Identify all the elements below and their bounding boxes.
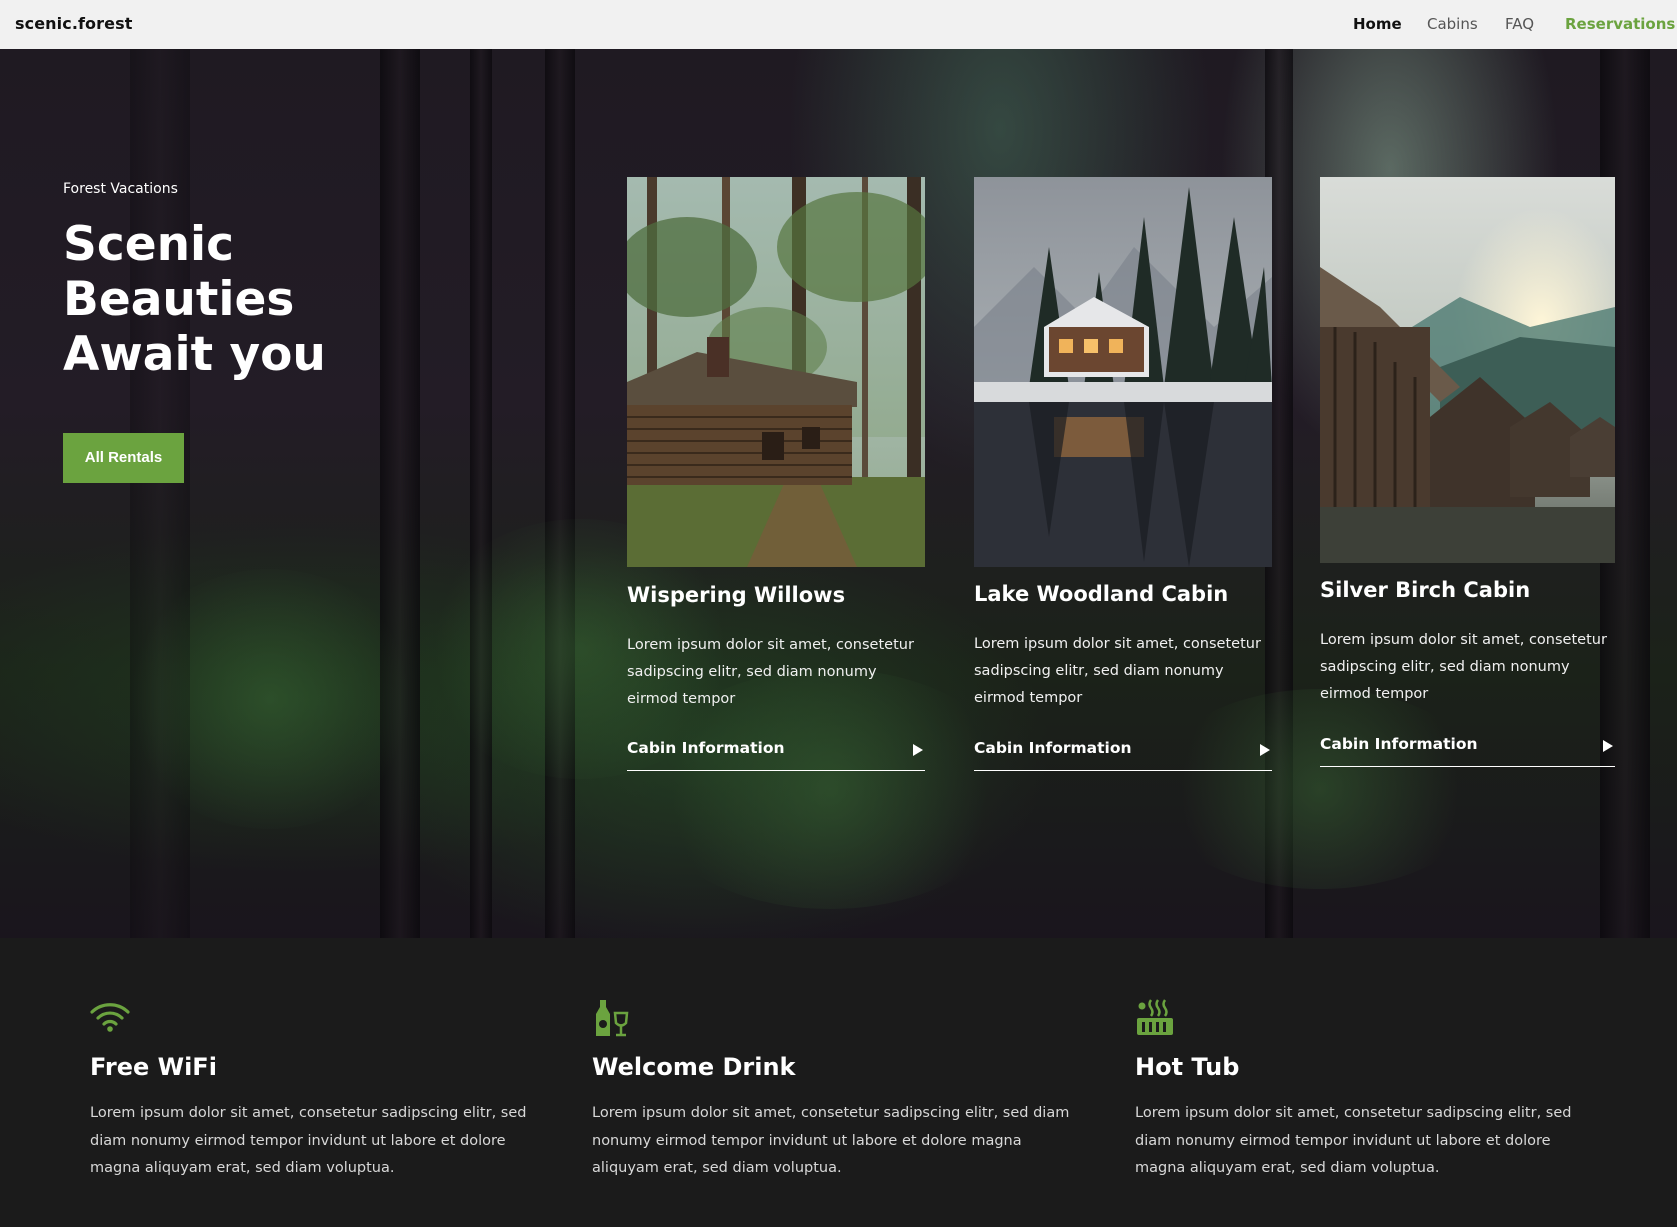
hero-title: Scenic Beauties Await you: [63, 217, 326, 382]
cabin-card-title: Lake Woodland Cabin: [974, 582, 1229, 606]
cabin-info-link-label: Cabin Information: [1320, 735, 1478, 753]
cabin-card-text: Lorem ipsum dolor sit amet, consetetur s…: [974, 636, 1261, 706]
feature-title: Hot Tub: [1135, 1053, 1240, 1081]
cabin-card-text: Lorem ipsum dolor sit amet, consetetur s…: [1320, 632, 1607, 702]
foliage-decoration: [1150, 689, 1490, 889]
feature-title: Welcome Drink: [592, 1053, 796, 1081]
tree-trunk-decoration: [545, 49, 575, 938]
wifi-icon: [90, 998, 130, 1038]
hero-section: Forest Vacations Scenic Beauties Await y…: [0, 49, 1677, 938]
cabin-photo-wispering-willows[interactable]: [627, 177, 925, 567]
feature-text: Lorem ipsum dolor sit amet, consetetur s…: [90, 1105, 527, 1176]
cabin-photo-lake-woodland[interactable]: [974, 177, 1272, 567]
top-navbar: scenic.forest Home Cabins FAQ Reservatio…: [0, 0, 1677, 49]
hero-eyebrow: Forest Vacations: [63, 181, 178, 197]
tree-trunk-decoration: [470, 49, 492, 938]
cabin-info-link-label: Cabin Information: [974, 739, 1132, 757]
play-arrow-icon: [1260, 744, 1270, 756]
cabin-info-link[interactable]: Cabin Information: [627, 739, 925, 771]
feature-title: Free WiFi: [90, 1053, 217, 1081]
play-arrow-icon: [1603, 740, 1613, 752]
cabin-info-link[interactable]: Cabin Information: [974, 739, 1272, 771]
cabin-photo-silver-birch[interactable]: [1320, 177, 1615, 563]
nav-link-cabins[interactable]: Cabins: [1427, 15, 1478, 33]
play-arrow-icon: [913, 744, 923, 756]
foliage-decoration: [120, 569, 420, 829]
hot-tub-icon: [1135, 998, 1175, 1038]
cabin-card-title: Silver Birch Cabin: [1320, 578, 1531, 602]
feature-text: Lorem ipsum dolor sit amet, consetetur s…: [592, 1105, 1070, 1176]
wine-bottle-glass-icon: [592, 998, 632, 1038]
all-rentals-button[interactable]: All Rentals: [63, 433, 184, 483]
nav-link-home[interactable]: Home: [1353, 15, 1402, 33]
cabin-info-link-label: Cabin Information: [627, 739, 785, 757]
brand-logo[interactable]: scenic.forest: [15, 14, 132, 33]
cabin-info-link[interactable]: Cabin Information: [1320, 735, 1615, 767]
nav-link-faq[interactable]: FAQ: [1505, 15, 1534, 33]
nav-link-reservations[interactable]: Reservations: [1565, 15, 1675, 33]
cabin-card-title: Wispering Willows: [627, 583, 846, 607]
cabin-card-text: Lorem ipsum dolor sit amet, consetetur s…: [627, 637, 914, 707]
tree-trunk-decoration: [380, 49, 420, 938]
feature-text: Lorem ipsum dolor sit amet, consetetur s…: [1135, 1105, 1572, 1176]
features-section: Free WiFi Lorem ipsum dolor sit amet, co…: [0, 938, 1677, 1227]
